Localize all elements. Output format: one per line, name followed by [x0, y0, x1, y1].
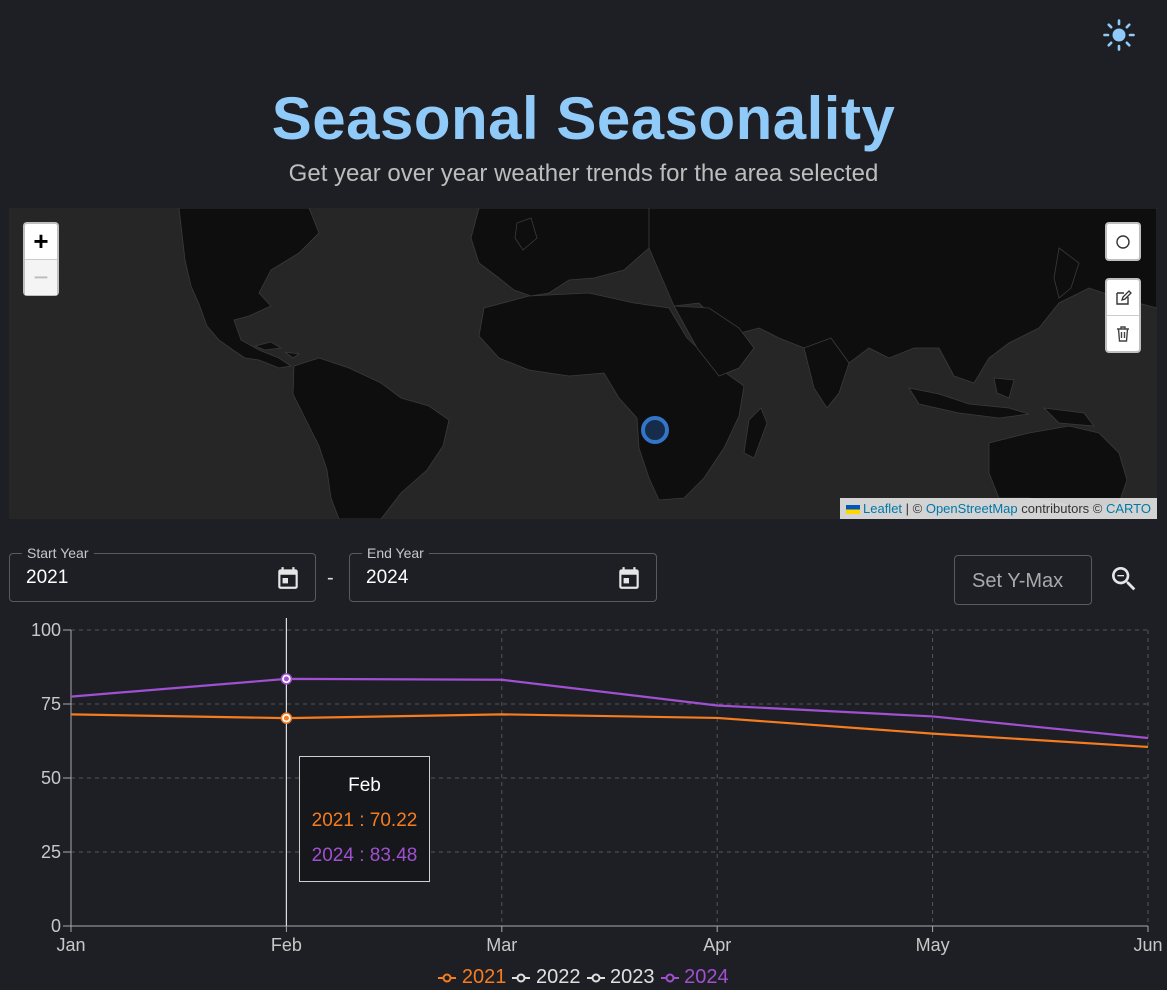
- legend-label: 2024: [678, 966, 729, 988]
- legend-item-2021[interactable]: 2021: [438, 966, 506, 989]
- sun-icon[interactable]: [1102, 18, 1136, 52]
- ukraine-flag-icon: [846, 505, 860, 515]
- legend-item-2022[interactable]: 2022: [512, 966, 581, 989]
- legend-marker-icon: [438, 973, 457, 983]
- selected-area-circle: [641, 416, 669, 444]
- ymax-placeholder: Set Y-Max: [972, 570, 1064, 592]
- map-attribution: Leaflet | © OpenStreetMap contributors ©…: [840, 498, 1157, 519]
- year-range-separator: -: [327, 567, 334, 589]
- x-tick-label: Mar: [486, 935, 517, 955]
- y-tick-label: 25: [41, 842, 61, 862]
- chart-legend: 2021 2022 2023 2024: [0, 966, 1167, 989]
- y-tick-label: 75: [41, 694, 61, 714]
- search-icon[interactable]: [1108, 563, 1140, 595]
- legend-item-2024[interactable]: 2024: [660, 966, 729, 989]
- edit-toolbar: [1105, 278, 1141, 353]
- chart-tooltip: Feb 2021 : 70.22 2024 : 83.48: [299, 756, 430, 882]
- end-year-value: 2024: [366, 567, 409, 588]
- page-title: Seasonal Seasonality: [271, 85, 896, 152]
- line-chart: 0 25 50 75 100 Jan Feb Mar Apr May Jun: [31, 618, 1163, 955]
- calendar-icon[interactable]: [616, 565, 642, 591]
- y-tick-label: 100: [31, 620, 61, 640]
- zoom-out-button[interactable]: −: [25, 259, 57, 295]
- start-year-label: Start Year: [22, 545, 94, 561]
- series-line-2021: [70, 713, 1149, 749]
- legend-marker-icon: [586, 973, 605, 983]
- x-tick-label: May: [916, 935, 950, 955]
- draw-toolbar: [1105, 222, 1141, 261]
- tooltip-title: Feb: [348, 775, 381, 796]
- start-year-value: 2021: [26, 567, 69, 588]
- x-tick-label: Jun: [1133, 935, 1162, 955]
- calendar-icon[interactable]: [275, 565, 301, 591]
- end-year-label: End Year: [362, 545, 429, 561]
- carto-link[interactable]: CARTO: [1106, 501, 1151, 516]
- legend-marker-icon: [512, 973, 531, 983]
- x-tick-label: Apr: [703, 935, 731, 955]
- zoom-control: + −: [23, 222, 59, 296]
- data-point-dot-2024: [283, 676, 289, 682]
- y-tick-label: 50: [41, 768, 61, 788]
- zoom-in-button[interactable]: +: [25, 224, 57, 259]
- legend-marker-icon: [660, 973, 679, 983]
- edit-icon[interactable]: [1107, 280, 1139, 315]
- end-year-field[interactable]: End Year 2024: [349, 545, 657, 602]
- data-point-dot-2021: [283, 715, 289, 721]
- ymax-input[interactable]: Set Y-Max: [954, 555, 1092, 605]
- series-line-2024: [70, 677, 1149, 740]
- tooltip-row-2021: 2021 : 70.22: [311, 810, 418, 831]
- attribution-contrib: contributors ©: [1017, 501, 1106, 516]
- legend-label: 2022: [530, 966, 581, 988]
- osm-link[interactable]: OpenStreetMap: [926, 501, 1018, 516]
- x-tick-label: Feb: [271, 935, 302, 955]
- tooltip-row-2024: 2024 : 83.48: [311, 845, 418, 866]
- trash-icon[interactable]: [1107, 315, 1139, 351]
- legend-item-2023[interactable]: 2023: [586, 966, 655, 989]
- page-subtitle: Get year over year weather trends for th…: [288, 160, 879, 187]
- y-tick-label: 0: [51, 916, 61, 936]
- start-year-field[interactable]: Start Year 2021: [9, 545, 316, 602]
- leaflet-link[interactable]: Leaflet: [863, 501, 902, 516]
- world-map[interactable]: + − Leaflet | © OpenStreetMap contributo…: [9, 208, 1157, 519]
- legend-label: 2023: [604, 966, 655, 988]
- attribution-sep: | ©: [902, 501, 926, 516]
- legend-label: 2021: [456, 966, 507, 988]
- circle-draw-icon[interactable]: [1107, 224, 1139, 259]
- x-tick-label: Jan: [56, 935, 85, 955]
- map-landmass: [178, 208, 1157, 519]
